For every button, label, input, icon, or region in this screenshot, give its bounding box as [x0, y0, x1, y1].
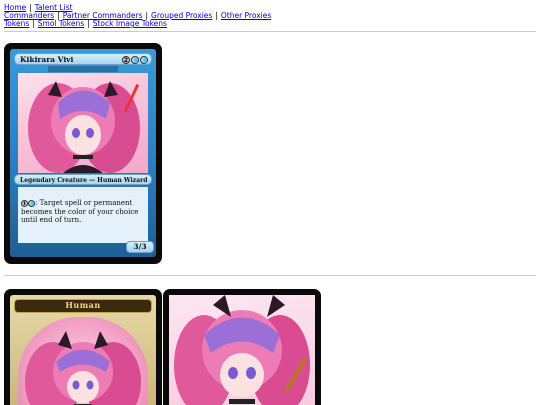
divider — [4, 31, 536, 32]
stock-illustration — [174, 295, 310, 405]
token-card-human[interactable]: Human — [4, 289, 162, 405]
card-subtitle-strip — [48, 66, 118, 72]
rules-text: 1 💧: Target spell or permanent becomes th… — [21, 199, 143, 225]
rules-text-body: : Target spell or permanent becomes the … — [21, 199, 139, 224]
character-art — [18, 73, 148, 173]
card-type-line: Legendary Creature — Human Wizard — [20, 176, 148, 184]
nav-separator: | — [215, 11, 218, 20]
token-art — [18, 317, 148, 405]
generic-mana-icon: 2 — [122, 55, 130, 64]
nav-row-3: Tokens | Smol Tokens | Stock Image Tokens — [4, 20, 167, 28]
type-line-bar: Legendary Creature — Human Wizard — [14, 174, 152, 185]
nav-separator: | — [32, 19, 35, 28]
mana-cost: 2 💧 💧 — [122, 55, 149, 64]
stock-image-art — [169, 295, 315, 405]
divider — [4, 275, 536, 276]
stock-image-token-card[interactable] — [163, 289, 321, 405]
blue-mana-icon: 💧 — [140, 55, 149, 64]
generic-mana-icon: 1 — [21, 199, 28, 207]
nav-link-tokens[interactable]: Tokens — [4, 19, 29, 28]
blue-mana-icon: 💧 — [131, 55, 140, 64]
token-frame: Human — [10, 295, 156, 405]
blue-mana-icon: 💧 — [28, 199, 36, 207]
nav-link-stock-image-tokens[interactable]: Stock Image Tokens — [93, 19, 167, 28]
card-name: Kikirara Vivi — [20, 55, 74, 64]
character-illustration — [28, 81, 140, 173]
nav-separator: | — [87, 19, 90, 28]
token-illustration — [25, 331, 141, 405]
nav-link-other-proxies[interactable]: Other Proxies — [221, 11, 271, 20]
power-toughness: 3/3 — [126, 241, 154, 253]
rules-text-box: 1 💧: Target spell or permanent becomes th… — [18, 187, 148, 243]
card-name-bar: Kikirara Vivi 2 💧 💧 — [14, 53, 152, 65]
commander-card[interactable]: Kikirara Vivi 2 💧 💧 Legendary Creature —… — [4, 43, 162, 264]
card-frame: Kikirara Vivi 2 💧 💧 Legendary Creature —… — [10, 49, 156, 257]
nav-link-smol-tokens[interactable]: Smol Tokens — [38, 19, 84, 28]
token-name: Human — [14, 299, 152, 313]
